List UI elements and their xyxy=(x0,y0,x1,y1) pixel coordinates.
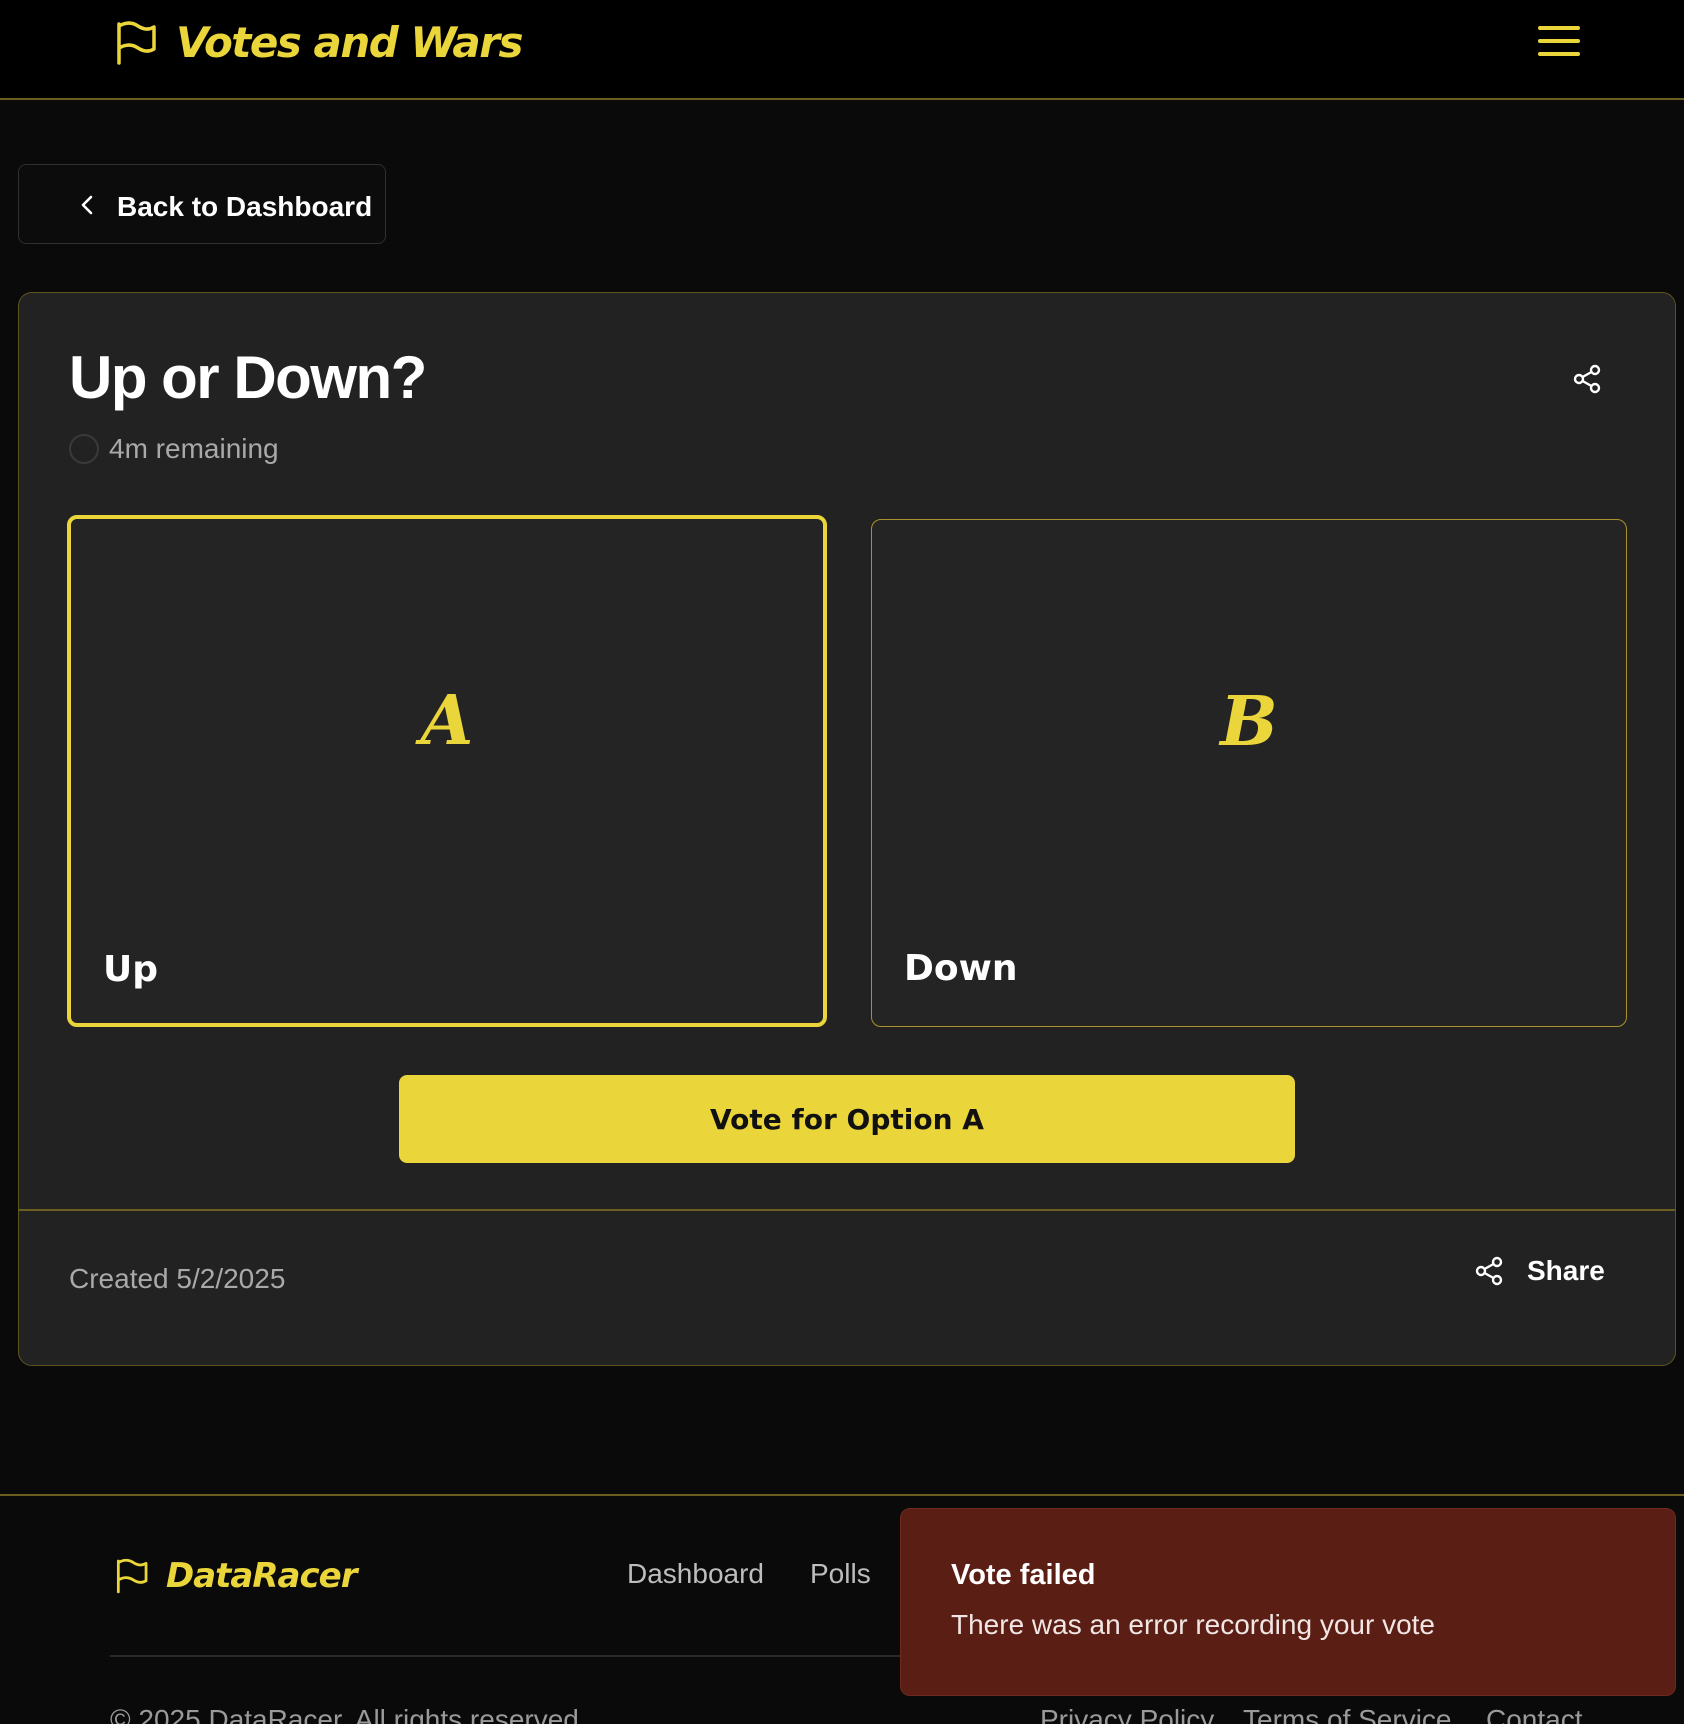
vote-button[interactable]: Vote for Option A xyxy=(399,1075,1295,1163)
timer-ring-icon xyxy=(69,434,99,464)
footer-brand-name: DataRacer xyxy=(166,1556,357,1596)
poll-page: Votes and Wars Back to Dashboard Up or D… xyxy=(0,0,1684,1724)
app-name: Votes and Wars xyxy=(176,18,523,67)
flag-icon xyxy=(116,1558,148,1594)
share-icon xyxy=(1475,1256,1503,1286)
option-label: Down xyxy=(904,948,1018,989)
footer-link-polls[interactable]: Polls xyxy=(810,1558,871,1590)
toast-message: There was an error recording your vote xyxy=(951,1609,1435,1640)
flag-icon xyxy=(117,20,156,65)
time-remaining: 4m remaining xyxy=(69,433,279,465)
share-label: Share xyxy=(1527,1255,1605,1286)
footer-link-privacy[interactable]: Privacy Policy xyxy=(1040,1704,1214,1724)
hamburger-menu-icon[interactable] xyxy=(1538,26,1580,60)
created-date: Created 5/2/2025 xyxy=(69,1263,286,1294)
share-button[interactable]: Share xyxy=(1473,1255,1605,1287)
back-to-dashboard-button[interactable]: Back to Dashboard xyxy=(18,164,386,244)
footer-link-terms[interactable]: Terms of Service xyxy=(1243,1704,1452,1724)
footer-divider xyxy=(0,1494,1684,1496)
back-button-label: Back to Dashboard xyxy=(117,191,373,222)
poll-title: Up or Down? xyxy=(69,344,427,411)
brand[interactable]: Votes and Wars xyxy=(114,18,523,67)
option-letter: A xyxy=(420,681,474,761)
chevron-left-icon xyxy=(81,195,93,215)
copyright: © 2025 DataRacer. All rights reserved. xyxy=(110,1704,587,1724)
option-a-card[interactable]: A Up xyxy=(67,515,827,1027)
time-remaining-text: 4m remaining xyxy=(109,433,279,464)
toast-title: Vote failed xyxy=(951,1559,1096,1591)
top-header: Votes and Wars xyxy=(0,0,1684,100)
footer-link-contact[interactable]: Contact xyxy=(1486,1704,1583,1724)
option-b-card[interactable]: B Down xyxy=(871,519,1627,1027)
option-label: Up xyxy=(103,949,159,990)
card-divider xyxy=(19,1209,1675,1211)
share-icon[interactable] xyxy=(1571,363,1603,395)
option-letter: B xyxy=(1220,682,1278,762)
footer-link-dashboard[interactable]: Dashboard xyxy=(627,1558,764,1590)
error-toast[interactable]: Vote failed There was an error recording… xyxy=(900,1508,1676,1696)
footer-brand[interactable]: DataRacer xyxy=(114,1556,357,1596)
poll-card: Up or Down? 4m remaining A Up B Down Vot… xyxy=(18,292,1676,1366)
